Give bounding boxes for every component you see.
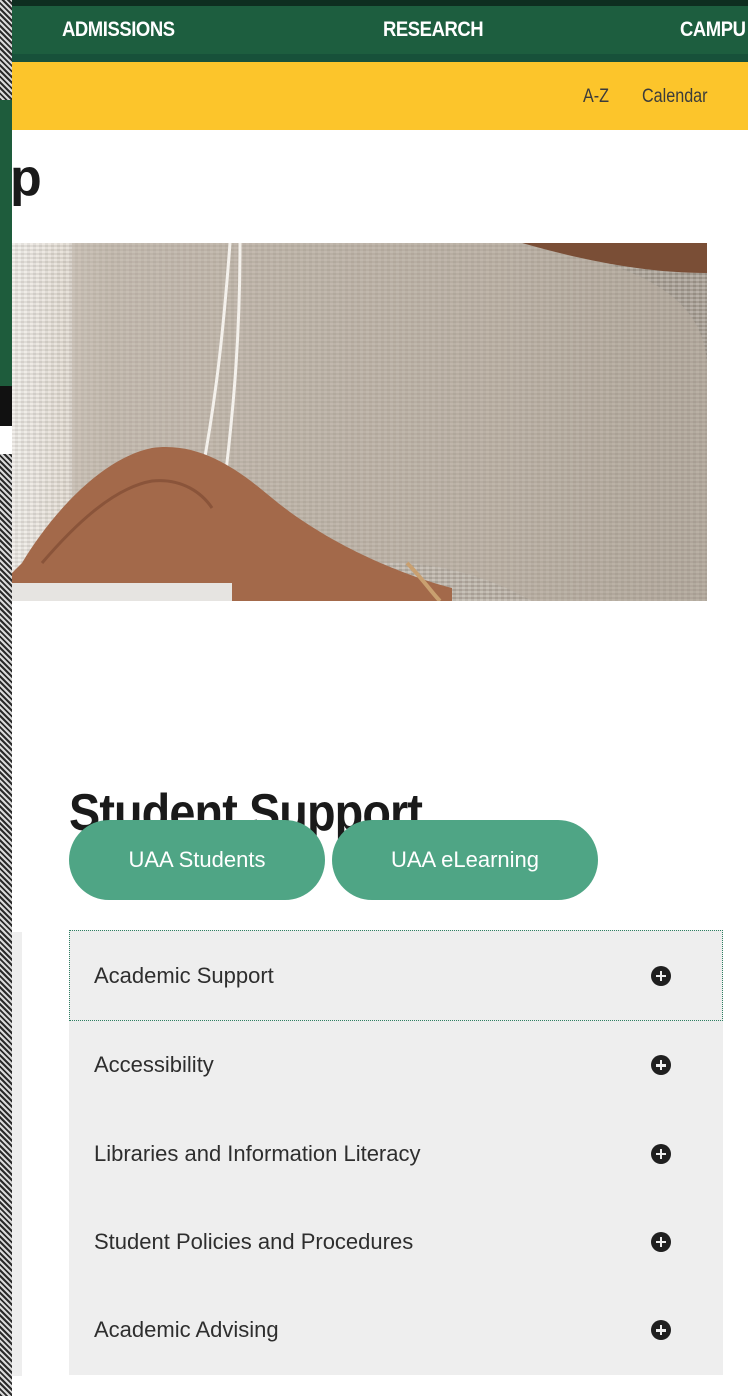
plus-circle-icon[interactable] bbox=[651, 1143, 671, 1164]
nav-campus[interactable]: CAMPU bbox=[680, 18, 746, 42]
plus-circle-icon[interactable] bbox=[651, 1320, 671, 1341]
nav-admissions[interactable]: ADMISSIONS bbox=[62, 18, 175, 42]
page-title: p bbox=[10, 149, 42, 207]
accordion-item-accessibility[interactable]: Accessibility bbox=[69, 1021, 723, 1109]
accordion-label: Academic Advising bbox=[94, 1317, 279, 1343]
accordion-item-academic-advising[interactable]: Academic Advising bbox=[69, 1286, 723, 1374]
accordion-item-student-policies[interactable]: Student Policies and Procedures bbox=[69, 1198, 723, 1286]
plus-circle-icon[interactable] bbox=[651, 1055, 671, 1076]
utility-bar: A-Z Calendar bbox=[12, 62, 748, 130]
accordion-item-academic-support[interactable]: Academic Support bbox=[69, 930, 723, 1021]
background-green-block bbox=[0, 100, 12, 386]
plus-circle-icon[interactable] bbox=[651, 965, 671, 986]
accordion-label: Libraries and Information Literacy bbox=[94, 1140, 421, 1166]
uaa-elearning-button[interactable]: UAA eLearning bbox=[332, 820, 598, 900]
support-accordion: Academic Support Accessibility Libraries… bbox=[69, 930, 723, 1375]
background-black-block bbox=[0, 386, 12, 426]
nav-a-z[interactable]: A-Z bbox=[583, 86, 609, 108]
accordion-item-libraries[interactable]: Libraries and Information Literacy bbox=[69, 1109, 723, 1197]
side-panel-edge bbox=[12, 932, 22, 1376]
background-strip bbox=[0, 0, 12, 1396]
nav-research[interactable]: RESEARCH bbox=[383, 18, 484, 42]
accordion-label: Accessibility bbox=[94, 1052, 214, 1078]
accordion-label: Student Policies and Procedures bbox=[94, 1228, 414, 1254]
hero-image bbox=[12, 243, 707, 601]
nav-calendar[interactable]: Calendar bbox=[642, 86, 708, 108]
main-navigation: ADMISSIONS RESEARCH CAMPU bbox=[12, 0, 748, 62]
plus-circle-icon[interactable] bbox=[651, 1231, 671, 1252]
background-white-block bbox=[0, 426, 12, 454]
page: ADMISSIONS RESEARCH CAMPU A-Z Calendar p… bbox=[10, 0, 748, 1396]
accordion-label: Academic Support bbox=[94, 962, 274, 988]
uaa-students-button[interactable]: UAA Students bbox=[69, 820, 325, 900]
nav-divider bbox=[12, 54, 748, 62]
